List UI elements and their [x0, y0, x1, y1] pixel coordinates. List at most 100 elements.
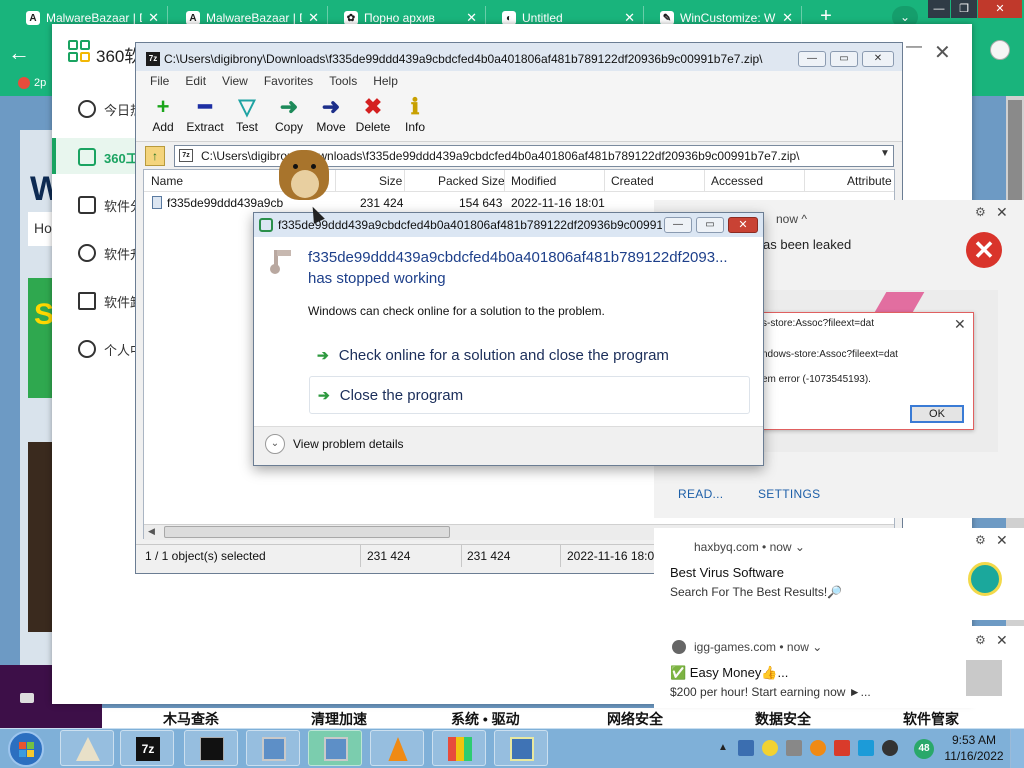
shield-icon[interactable]	[738, 740, 754, 756]
menu-tools[interactable]: Tools	[329, 74, 357, 88]
sidebar-item-upgrade[interactable]: 软件升	[78, 241, 143, 265]
close-icon[interactable]: ✕	[996, 632, 1008, 649]
column-size[interactable]: Size	[379, 174, 402, 188]
folder-up-icon[interactable]: ↑	[145, 146, 165, 166]
vlc-icon	[388, 737, 408, 761]
tray-360-badge[interactable]: 48	[914, 739, 934, 759]
record-icon[interactable]	[882, 740, 898, 756]
system-clock[interactable]: 9:53 AM 11/16/2022	[942, 732, 1006, 764]
settings-button[interactable]: SETTINGS	[758, 487, 820, 501]
column-divider	[404, 170, 405, 192]
copy-button[interactable]: ➜ Copy	[267, 94, 311, 134]
gear-icon[interactable]: ⚙	[975, 633, 986, 647]
test-button[interactable]: ▽ Test	[225, 94, 269, 134]
file-name[interactable]: f335de99ddd439a9cb	[167, 196, 283, 210]
tab-label: Untitled	[522, 11, 563, 25]
close-icon[interactable]: ✕	[934, 40, 951, 65]
close-icon[interactable]: ✕	[996, 204, 1008, 221]
bookmark-item[interactable]: 2p	[18, 77, 46, 89]
taskbar-app-vlc[interactable]	[370, 730, 424, 766]
close-icon[interactable]: ✕	[996, 532, 1008, 549]
column-attributes[interactable]: Attribute	[847, 174, 892, 188]
minimize-icon[interactable]: —	[664, 217, 692, 233]
minimize-icon[interactable]: —	[906, 38, 922, 56]
info-button[interactable]: ℹ Info	[393, 94, 437, 134]
taskbar-app-installer-active[interactable]	[308, 730, 362, 766]
extract-button[interactable]: ━ Extract	[183, 94, 227, 134]
address-dropdown-icon[interactable]: ▼	[880, 148, 890, 159]
7zip-app-icon: 7z	[146, 52, 160, 66]
chevron-down-icon[interactable]: ⌄	[265, 434, 285, 454]
column-accessed[interactable]: Accessed	[711, 174, 763, 188]
plus-badge-icon[interactable]	[762, 740, 778, 756]
taskbar-app-installer[interactable]	[246, 730, 300, 766]
sidebar-item-categories[interactable]: 软件分	[78, 193, 143, 217]
view-details-link[interactable]: View problem details	[293, 437, 404, 451]
taskbar-app-cmd[interactable]	[184, 730, 238, 766]
menu-favorites[interactable]: Favorites	[264, 74, 313, 88]
taskbar-app-7zip[interactable]: 7z	[120, 730, 174, 766]
7zip-icon: 7z	[136, 737, 160, 761]
close-icon[interactable]: ✕	[954, 316, 966, 333]
scroll-left-icon[interactable]: ◀	[148, 526, 155, 537]
start-button[interactable]	[8, 731, 44, 767]
bottom-nav-item[interactable]: 木马查杀	[163, 709, 219, 729]
archive-icon: 7z	[179, 149, 193, 162]
delete-button[interactable]: ✖ Delete	[351, 94, 395, 134]
bottom-nav-item[interactable]: 网络安全	[607, 709, 663, 729]
menu-help[interactable]: Help	[373, 74, 398, 88]
close-icon[interactable]: ✕	[728, 217, 758, 233]
taskbar-app-process[interactable]	[494, 730, 548, 766]
gear-icon[interactable]: ⚙	[975, 205, 986, 219]
menu-edit[interactable]: Edit	[185, 74, 206, 88]
sidebar-item-today[interactable]: 今日热	[78, 97, 143, 121]
tab-label: MalwareBazaar | D	[206, 11, 303, 25]
profile-avatar-icon[interactable]	[990, 40, 1010, 60]
taskbar-app-anonymous[interactable]	[60, 730, 114, 766]
tray-expand-icon[interactable]: ▲	[718, 742, 728, 753]
menu-file[interactable]: File	[150, 74, 169, 88]
notification-app-icon	[968, 562, 1002, 596]
column-packed-size[interactable]: Packed Size	[438, 174, 505, 188]
column-created[interactable]: Created	[611, 174, 654, 188]
menu-view[interactable]: View	[222, 74, 248, 88]
horizontal-scrollbar-thumb[interactable]	[164, 526, 450, 538]
tab-label: Порно архив	[364, 11, 435, 25]
gamepad-icon[interactable]	[786, 740, 802, 756]
hamster-desktop-pet[interactable]	[275, 150, 335, 204]
bookmark-favicon-icon	[18, 77, 30, 89]
column-modified[interactable]: Modified	[511, 174, 556, 188]
flag-icon[interactable]	[834, 740, 850, 756]
file-icon	[152, 196, 162, 209]
bottom-nav-item[interactable]: 数据安全	[755, 709, 811, 729]
check-online-button[interactable]: ➔ Check online for a solution and close t…	[309, 336, 750, 374]
taskbar-app-colorful[interactable]	[432, 730, 486, 766]
bottom-nav-item[interactable]: 系统 • 驱动	[451, 709, 520, 729]
bottom-nav-item[interactable]: 软件管家	[903, 709, 959, 729]
sidebar-item-profile[interactable]: 个人中	[78, 337, 143, 361]
bottom-nav-item[interactable]: 清理加速	[311, 709, 367, 729]
monitor-icon[interactable]	[858, 740, 874, 756]
column-name[interactable]: Name	[151, 174, 183, 188]
sidebar-item-tools[interactable]: 360工	[78, 145, 139, 169]
web-scrollbar-thumb[interactable]	[1008, 100, 1022, 200]
add-button[interactable]: + Add	[141, 94, 185, 134]
search-icon[interactable]	[810, 740, 826, 756]
maximize-icon[interactable]: ▭	[696, 217, 724, 233]
read-button[interactable]: READ...	[678, 487, 723, 501]
browser-restore-icon[interactable]: ❐	[951, 0, 977, 18]
sidebar-item-uninstall[interactable]: 软件卸	[78, 289, 143, 313]
browser-minimize-icon[interactable]: —	[928, 0, 950, 18]
close-program-button[interactable]: ➔ Close the program	[309, 376, 750, 414]
chat-icon[interactable]	[20, 693, 34, 703]
minimize-icon[interactable]: —	[798, 51, 826, 67]
close-icon[interactable]: ✕	[862, 51, 894, 67]
gear-icon[interactable]: ⚙	[975, 533, 986, 547]
show-desktop-button[interactable]	[1010, 729, 1024, 768]
ok-button[interactable]: OK	[910, 405, 964, 423]
browser-close-icon[interactable]: ✕	[978, 0, 1022, 18]
status-divider	[360, 545, 361, 567]
maximize-icon[interactable]: ▭	[830, 51, 858, 67]
back-arrow-icon[interactable]: ←	[8, 38, 36, 68]
move-button[interactable]: ➜ Move	[309, 94, 353, 134]
